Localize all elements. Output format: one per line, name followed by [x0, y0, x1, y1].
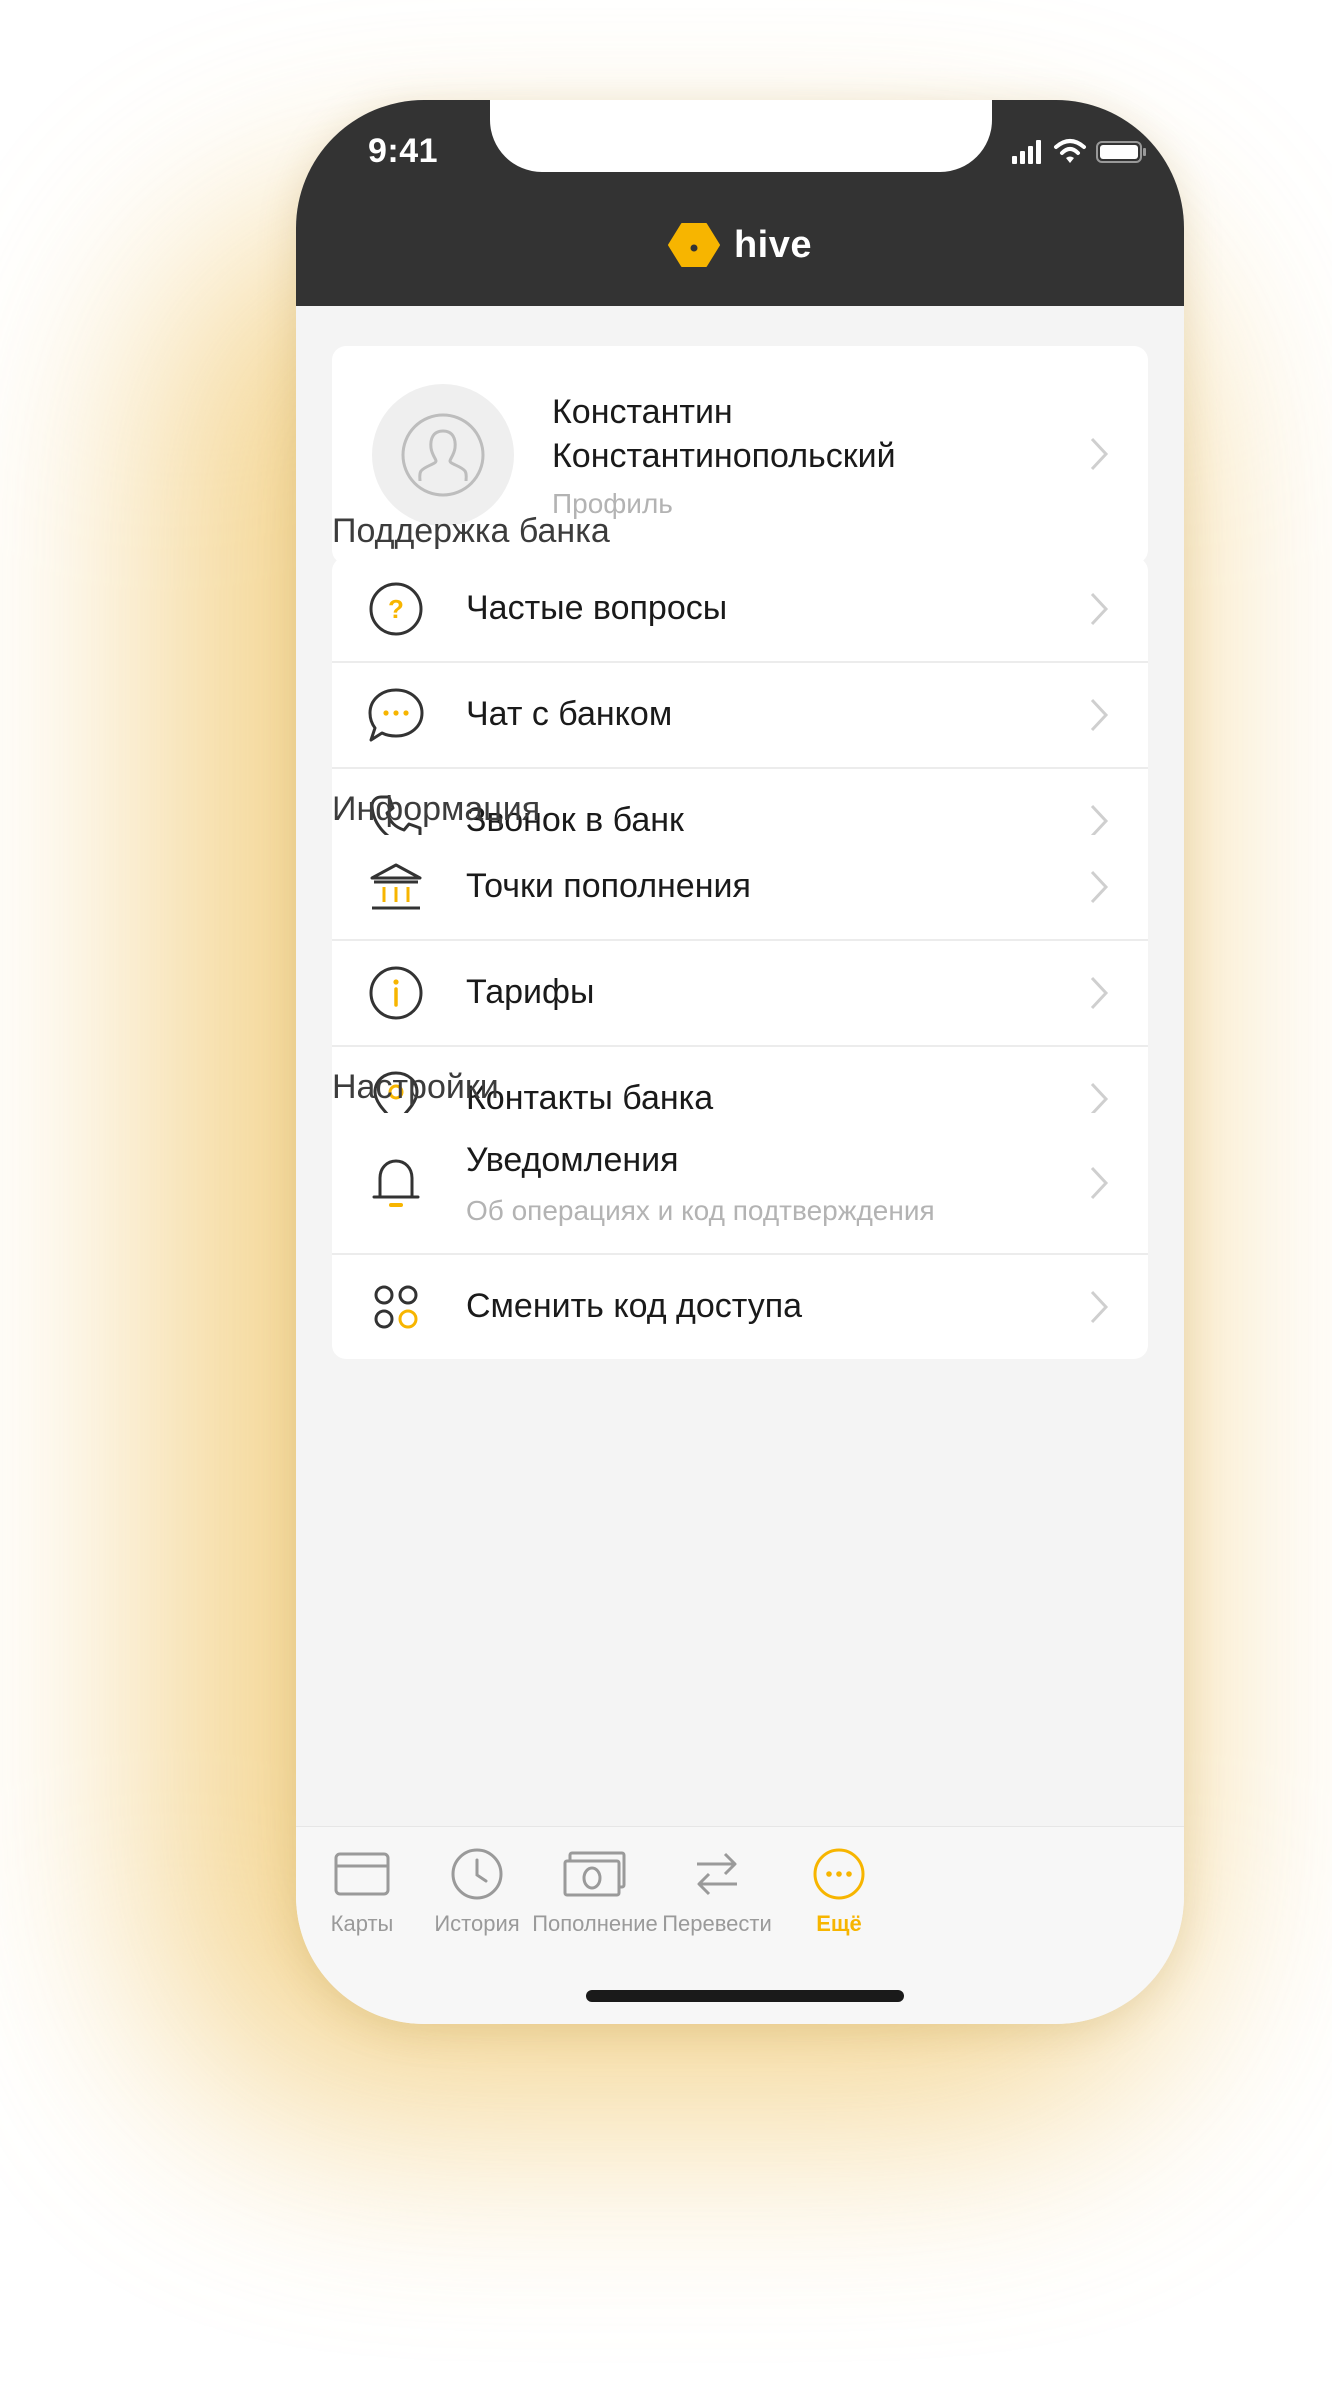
section-title-info: Информация	[332, 790, 541, 828]
tab-more[interactable]: Ещё	[764, 1843, 914, 1937]
more-icon	[764, 1843, 914, 1905]
brand-logo: hive	[296, 222, 1184, 268]
section-title-support: Поддержка банка	[332, 512, 610, 550]
menu-item-label: Точки пополнения	[466, 867, 751, 905]
menu-item-faq[interactable]: ? Частые вопросы	[332, 557, 1148, 663]
avatar	[372, 384, 514, 526]
menu-item-sublabel: Об операциях и код подтверждения	[466, 1195, 935, 1226]
menu-item-label: Уведомления	[466, 1141, 679, 1179]
battery-icon	[1096, 141, 1146, 163]
settings-content: Константин Константинопольский Профиль П…	[296, 306, 1184, 1826]
question-icon: ?	[366, 579, 426, 639]
profile-name: Константин Константинопольский	[552, 393, 896, 475]
menu-item-label: Частые вопросы	[466, 589, 728, 627]
chevron-right-icon	[1090, 1290, 1109, 1324]
status-time: 9:41	[368, 132, 439, 170]
app-header: 9:41 hive	[296, 100, 1184, 306]
settings-card: Уведомления Об операциях и код подтвержд…	[332, 1113, 1148, 1359]
menu-item-notifications[interactable]: Уведомления Об операциях и код подтвержд…	[332, 1113, 1148, 1255]
chevron-right-icon	[1090, 870, 1109, 904]
user-icon	[401, 413, 485, 497]
hive-logo-icon	[667, 223, 720, 267]
menu-item-label: Тарифы	[466, 973, 595, 1011]
chevron-right-icon	[1090, 1166, 1109, 1200]
svg-text:?: ?	[388, 594, 404, 624]
menu-item-chat[interactable]: Чат с банком	[332, 663, 1148, 769]
chat-icon	[366, 685, 426, 745]
chevron-right-icon	[1090, 437, 1109, 471]
signal-icon	[1012, 140, 1041, 164]
device-notch	[490, 100, 992, 172]
logo-text: hive	[733, 223, 813, 266]
menu-item-change-passcode[interactable]: Сменить код доступа	[332, 1255, 1148, 1359]
phone-frame: 9:41 hive Константин Константинопольский…	[296, 100, 1184, 2024]
home-indicator	[586, 1990, 904, 2002]
status-icons	[1012, 134, 1148, 164]
menu-item-topup-points[interactable]: Точки пополнения	[332, 835, 1148, 941]
chevron-right-icon	[1090, 592, 1109, 626]
passcode-icon	[366, 1277, 426, 1337]
tab-label: Ещё	[816, 1911, 862, 1936]
menu-item-tariffs[interactable]: Тарифы	[332, 941, 1148, 1047]
menu-item-label: Чат с банком	[466, 695, 673, 733]
menu-item-label: Сменить код доступа	[466, 1287, 803, 1325]
bank-icon	[366, 857, 426, 917]
bell-icon	[366, 1153, 426, 1213]
wifi-icon	[1054, 139, 1086, 163]
chevron-right-icon	[1090, 698, 1109, 732]
info-icon	[366, 963, 426, 1023]
section-title-settings: Настройки	[332, 1068, 499, 1106]
chevron-right-icon	[1090, 976, 1109, 1010]
